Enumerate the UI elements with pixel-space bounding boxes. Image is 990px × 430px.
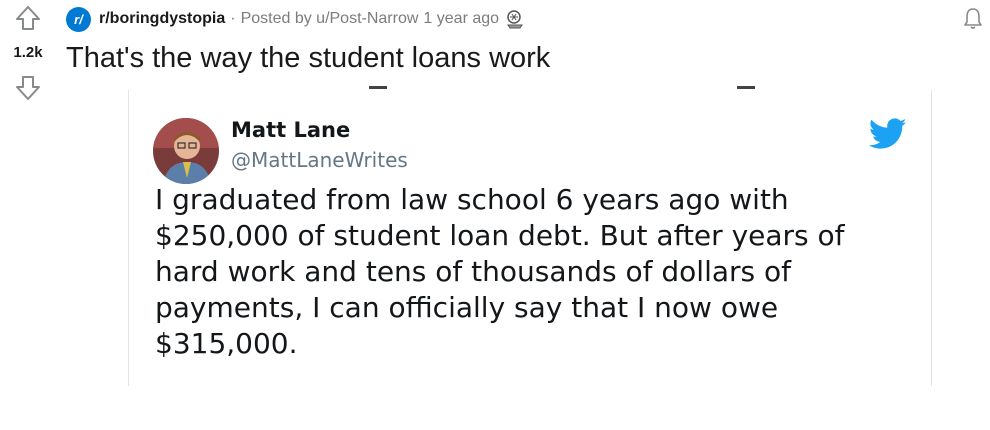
award-icon	[507, 10, 523, 29]
tweet-text: I graduated from law school 6 years ago …	[155, 183, 845, 360]
vote-column: 1.2k	[0, 0, 56, 110]
downvote-arrow-icon[interactable]	[14, 74, 42, 102]
vote-count: 1.2k	[13, 44, 43, 61]
image-edge-mark	[369, 86, 387, 89]
upvote-arrow-icon[interactable]	[14, 4, 42, 32]
tweet-author-handle: @MattLaneWrites	[231, 148, 408, 172]
post-title[interactable]: That's the way the student loans work	[66, 42, 550, 75]
twitter-bird-icon	[869, 118, 907, 149]
posted-by[interactable]: Posted by u/Post-Narrow	[241, 10, 419, 28]
post-age: 1 year ago	[423, 10, 500, 27]
tweet-embed-image[interactable]: Matt Lane @MattLaneWrites I graduated fr…	[128, 86, 932, 386]
subreddit-link[interactable]: r/boringdystopia	[99, 10, 225, 28]
reddit-post: 1.2k r/ r/boringdystopia · Posted by u/P…	[0, 0, 990, 430]
bell-icon[interactable]	[962, 6, 984, 30]
tweet-author-name: Matt Lane	[231, 118, 351, 142]
subreddit-icon[interactable]: r/	[66, 6, 91, 32]
meta-separator: ·	[230, 10, 236, 27]
post-meta: r/ r/boringdystopia · Posted by u/Post-N…	[66, 6, 525, 32]
image-edge-mark	[737, 86, 755, 89]
author-avatar	[153, 118, 219, 184]
